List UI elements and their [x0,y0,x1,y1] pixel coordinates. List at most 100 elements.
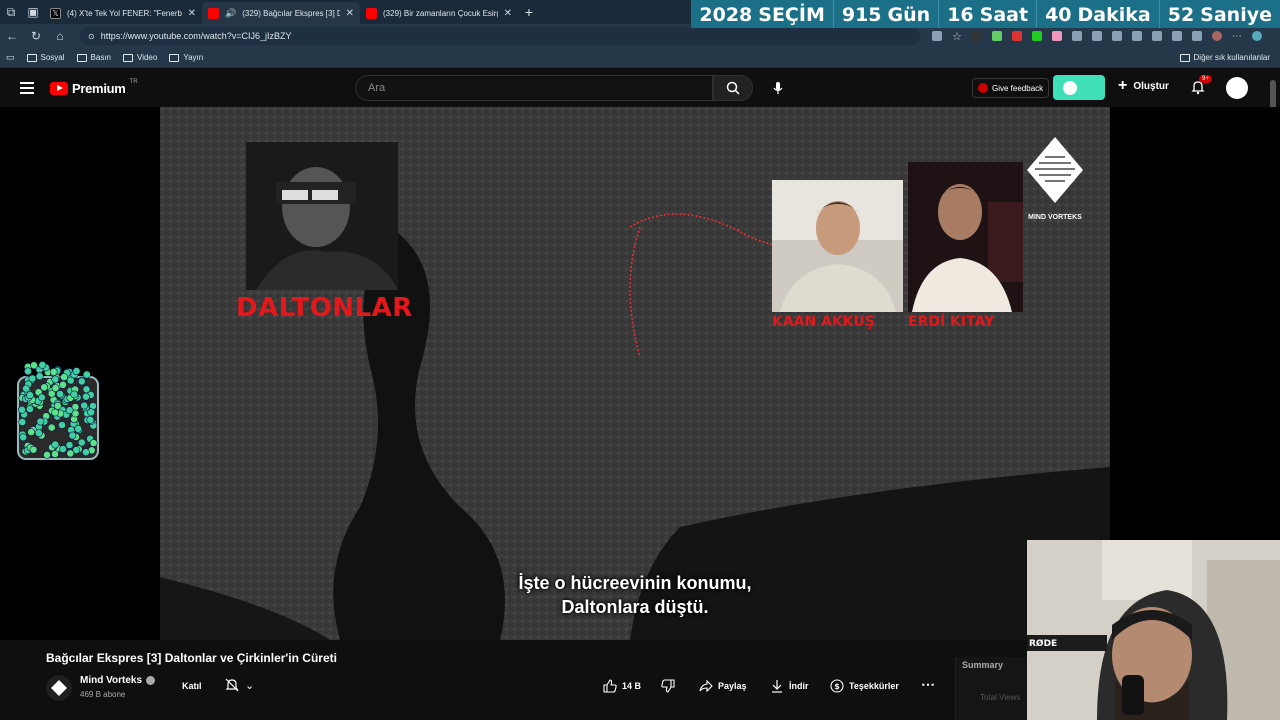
browser-tab-2[interactable]: 🔊 (329) Bağcılar Ekspres [3] Da ✕ [202,2,360,24]
download-button[interactable]: İndir [770,679,809,693]
speaker-icon[interactable]: 🔊 [225,8,236,19]
search-button[interactable] [713,75,753,101]
youtube-icon [366,7,377,19]
countdown-label: Saniye [1200,4,1272,26]
bookmark-folder-basin[interactable]: Basın [76,53,111,62]
rode-mic-label: RØDE [1029,639,1058,649]
youtube-icon [208,7,219,19]
video-player[interactable]: DALTONLAR KAAN AKKUŞ ERDİ KITAY MIND VOR… [160,107,1110,640]
x-logo-icon: 𝕏 [50,7,61,19]
create-label: Oluştur [1133,80,1169,92]
home-icon[interactable]: ⌂ [48,29,72,43]
give-feedback-button[interactable]: Give feedback [972,78,1050,98]
extension-icon[interactable] [1071,31,1082,41]
extension-icon[interactable] [1191,31,1202,41]
extension-icon[interactable] [1051,31,1062,41]
refresh-icon[interactable]: ↻ [24,29,48,43]
extension-icon[interactable] [1031,31,1042,41]
bookmarks-bar: ▭ Sosyal Basın Video Yayın Diğer sık kul… [0,48,1280,68]
star-icon[interactable]: ☆ [952,30,962,43]
menu-icon[interactable] [20,82,34,94]
more-actions-button[interactable]: ⋯ [921,676,935,693]
join-button[interactable]: Katıl [182,681,202,691]
account-avatar[interactable] [1226,77,1248,99]
bookmark-folder-yayin[interactable]: Yayın [169,53,203,62]
extension-icon[interactable] [1151,31,1162,41]
thanks-label: Teşekkürler [849,681,899,691]
download-label: İndir [789,681,809,691]
folder-icon [1179,53,1190,62]
browser-tab-3[interactable]: (329) Bir zamanların Çocuk Esirge ✕ [360,2,518,24]
close-tab-icon[interactable]: ✕ [504,8,512,19]
bookmark-folder-sosyal[interactable]: Sosyal [26,53,65,62]
person-photo-icon [772,180,903,312]
super-thanks-icon: $ [830,679,844,693]
create-button[interactable]: + Oluştur [1118,77,1169,94]
search-input[interactable]: Ara [355,75,713,101]
youtube-premium-logo[interactable]: Premium TR [50,79,138,96]
bookmark-label: Basın [90,53,111,62]
subscription-bell-button[interactable]: ⌄ [225,678,254,692]
countdown-label: Saat [979,4,1029,26]
folder-icon [123,53,133,62]
browser-tab-1[interactable]: 𝕏 (4) X'te Tek Yol FENER: "Fenerbah ✕ [44,2,202,24]
countdown-days: 915 Gün [832,0,938,28]
bookmarks-toggle-icon[interactable]: ▭ [6,52,15,63]
channel-avatar[interactable] [46,675,72,701]
microphone-icon [773,82,783,94]
copilot-icon[interactable] [1251,31,1262,41]
chevron-down-icon: ⌄ [245,679,255,692]
back-icon[interactable]: ← [0,29,24,43]
summary-panel: Summary Total Views [955,657,1030,720]
bookmark-folder-video[interactable]: Video [123,53,157,62]
erdi-kitay-photo [908,162,1023,312]
notifications-button[interactable]: 9+ [1190,75,1212,97]
extension-icon[interactable] [932,31,942,41]
region-code: TR [129,79,138,85]
other-bookmarks[interactable]: Diğer sık kullanılanlar [1179,53,1270,62]
new-tab-button[interactable]: + [518,4,540,20]
search-icon [726,81,740,95]
url-field[interactable]: ⊙ https://www.youtube.com/watch?v=CIJ6_j… [80,27,920,45]
video-letterbox-right [1110,107,1280,540]
tab-actions-icon[interactable]: ▣ [22,0,44,24]
site-info-icon[interactable]: ⊙ [88,32,95,41]
share-button[interactable]: Paylaş [699,679,747,693]
countdown-label: Gün [887,4,931,26]
extension-icon[interactable] [991,31,1002,41]
feedback-icon [978,83,988,93]
thanks-button[interactable]: $ Teşekkürler [830,679,899,693]
bookmark-label: Diğer sık kullanılanlar [1193,53,1270,62]
video-info-section: Bağcılar Ekspres [3] Daltonlar ve Çirkin… [0,640,1030,720]
share-label: Paylaş [718,681,747,691]
close-tab-icon[interactable]: ✕ [188,8,196,19]
more-menu-icon[interactable]: ⋯ [1232,31,1242,42]
dislike-button[interactable] [661,679,675,693]
voice-search-button[interactable] [768,78,788,98]
extension-icon[interactable] [1011,31,1022,41]
extension-toggle[interactable] [1053,75,1105,100]
youtube-header: Premium TR Ara Give feedback + Oluştur 9… [0,69,1280,107]
extension-icon[interactable] [1111,31,1122,41]
close-tab-icon[interactable]: ✕ [346,8,354,19]
tab-title: (4) X'te Tek Yol FENER: "Fenerbah [67,8,182,18]
workspaces-icon[interactable]: ⧉ [0,0,22,24]
channel-name-link[interactable]: Mind Vorteks [80,675,156,686]
extension-icon[interactable] [1171,31,1182,41]
bell-off-icon [225,678,239,692]
countdown-value: 2028 [699,4,753,26]
plus-icon: + [1118,77,1128,94]
folder-icon [169,53,180,62]
erdi-kitay-label: ERDİ KITAY [908,314,995,330]
profile-avatar-icon[interactable] [1211,31,1222,41]
countdown-value: 16 [947,4,974,26]
daltonlar-photo [246,142,398,290]
mind-vorteks-logo-icon [1027,137,1083,203]
share-icon [699,679,713,693]
extension-icon[interactable] [1091,31,1102,41]
extension-icon[interactable] [1131,31,1142,41]
like-button[interactable]: 14 B [603,679,641,693]
extension-icon[interactable] [971,31,982,41]
webcam-feed-icon [1027,540,1280,720]
streamer-webcam-overlay: RØDE [1027,540,1280,720]
